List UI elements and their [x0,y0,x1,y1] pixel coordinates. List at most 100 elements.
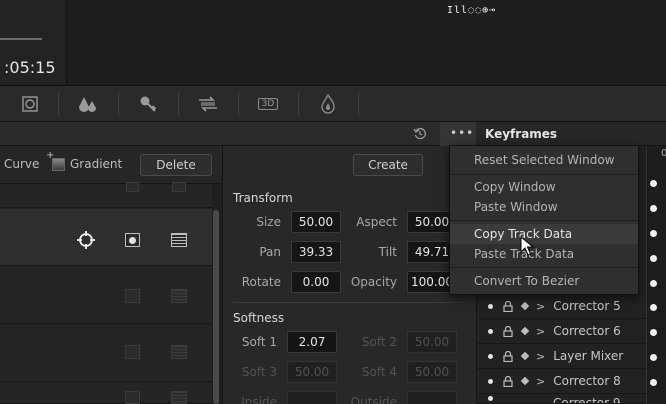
timeline-zero: 0 [661,148,666,159]
soft3-label: Soft 3 [241,365,277,379]
soft1-label: Soft 1 [241,335,277,349]
chevron-right-icon[interactable]: > [536,325,545,338]
keyframe-dot[interactable] [650,180,657,187]
soft3-field[interactable]: 50.00 [287,361,337,383]
keyframe-diamond-icon[interactable] [520,376,530,386]
rotate-field[interactable]: 0.00 [291,271,341,293]
size-field[interactable]: 50.00 [291,211,341,233]
track-enabled-dot[interactable] [488,378,493,384]
fx-tool-button[interactable] [298,86,358,122]
curve-button[interactable]: Curve [4,157,39,171]
window-toggle-icon [125,289,140,303]
menu-item-copy-window[interactable]: Copy Window [450,177,638,197]
window-row[interactable] [0,267,212,324]
gradient-button[interactable]: Gradient [70,157,122,171]
key-tool-button[interactable] [118,86,178,122]
keyframes-context-menu: Reset Selected Window Copy Window Paste … [449,145,639,295]
section-divider [233,302,463,303]
keyframe-dot[interactable] [650,205,657,212]
opacity-label: Opacity [350,275,397,289]
reset-icon[interactable] [413,127,427,141]
key-icon [140,96,157,112]
track-name: Layer Mixer [553,349,624,363]
menu-separator [450,267,638,268]
inside-label: Inside [241,395,277,404]
outside-label: Outside [350,395,397,404]
lock-icon[interactable] [503,375,513,387]
blur-tool-button[interactable] [178,86,238,122]
more-options-button[interactable]: ••• [440,122,476,146]
keyframe-track-row[interactable]: Corrector 9 [476,394,646,404]
soft2-label: Soft 2 [361,335,397,349]
keyframe-dot[interactable] [650,329,657,336]
track-enabled-dot[interactable] [488,303,493,309]
video-status-icons: Ill◌◌⊕⊸ [447,5,497,16]
rotate-label: Rotate [241,275,281,289]
keyframe-dot[interactable] [650,304,657,311]
3d-tool-button[interactable]: 3D [238,86,298,122]
keyframes-title: Keyframes [485,127,558,141]
keyframe-diamond-icon[interactable] [520,326,530,336]
viewer-pane [67,0,666,85]
inside-field[interactable] [287,391,337,404]
qualifier-tool-button[interactable] [58,86,118,122]
keyframe-dot[interactable] [650,379,657,386]
window-toggle-icon [125,391,140,404]
track-name: Corrector 5 [553,299,621,313]
lock-icon[interactable] [503,300,513,312]
keyframe-dot[interactable] [650,255,657,262]
tilt-label: Tilt [378,245,397,259]
crosshair-icon [77,231,95,249]
menu-item-paste-track-data[interactable]: Paste Track Data [450,244,638,264]
create-button[interactable]: Create [353,154,423,176]
keyframe-track-row[interactable]: > Layer Mixer [476,344,646,369]
window-list-scroll-thumb[interactable] [213,210,219,404]
mouse-pointer-icon [520,236,534,256]
menu-item-paste-window[interactable]: Paste Window [450,197,638,217]
pan-label: Pan [259,245,281,259]
keyframe-dot[interactable] [650,230,657,237]
track-name: Corrector 9 [553,395,621,404]
lock-icon[interactable] [503,325,513,337]
track-name: Corrector 6 [553,324,621,338]
window-row[interactable] [0,383,212,404]
keyframe-diamond-icon[interactable] [520,301,530,311]
palette-toolbar: 3D [0,85,666,122]
keyframe-dot[interactable] [650,354,657,361]
toolbar-divider [358,92,359,116]
soft4-field[interactable]: 50.00 [407,361,457,383]
window-mode-icon [171,345,187,359]
menu-item-reset-selected-window[interactable]: Reset Selected Window [450,150,638,170]
window-mode-icon [171,391,187,404]
track-name: Corrector 8 [553,374,621,388]
keyframe-track-row[interactable]: > Corrector 5 [476,294,646,319]
track-enabled-dot[interactable] [488,396,493,401]
menu-item-copy-track-data[interactable]: Copy Track Data [450,224,638,244]
window-toggle-icon [126,182,139,192]
lock-icon[interactable] [503,350,513,362]
chevron-right-icon[interactable]: > [536,375,545,388]
keyframe-track-row[interactable]: > Corrector 6 [476,319,646,344]
soft1-field[interactable]: 2.07 [287,331,337,353]
window-toggle-icon [125,233,140,247]
window-mode-icon [172,182,186,192]
menu-item-convert-to-bezier[interactable]: Convert To Bezier [450,271,638,291]
track-enabled-dot[interactable] [488,353,493,359]
track-enabled-dot[interactable] [488,328,493,334]
chevron-right-icon[interactable]: > [536,350,545,363]
window-tool-button[interactable] [0,86,60,122]
delete-button[interactable]: Delete [140,154,212,176]
transform-title: Transform [233,191,293,205]
soft2-field[interactable]: 50.00 [407,331,457,353]
keyframe-track-row[interactable]: > Corrector 8 [476,369,646,394]
keyframe-diamond-icon[interactable] [520,351,530,361]
window-shape-row: Curve + Gradient Delete [0,146,222,184]
keyframe-dot[interactable] [650,280,657,287]
outside-field[interactable] [407,391,457,404]
progress-line [0,38,42,40]
window-row[interactable] [0,182,212,208]
window-row[interactable] [0,325,212,382]
window-row-selected[interactable] [0,209,212,266]
chevron-right-icon[interactable]: > [536,300,545,313]
pan-field[interactable]: 39.33 [291,241,341,263]
